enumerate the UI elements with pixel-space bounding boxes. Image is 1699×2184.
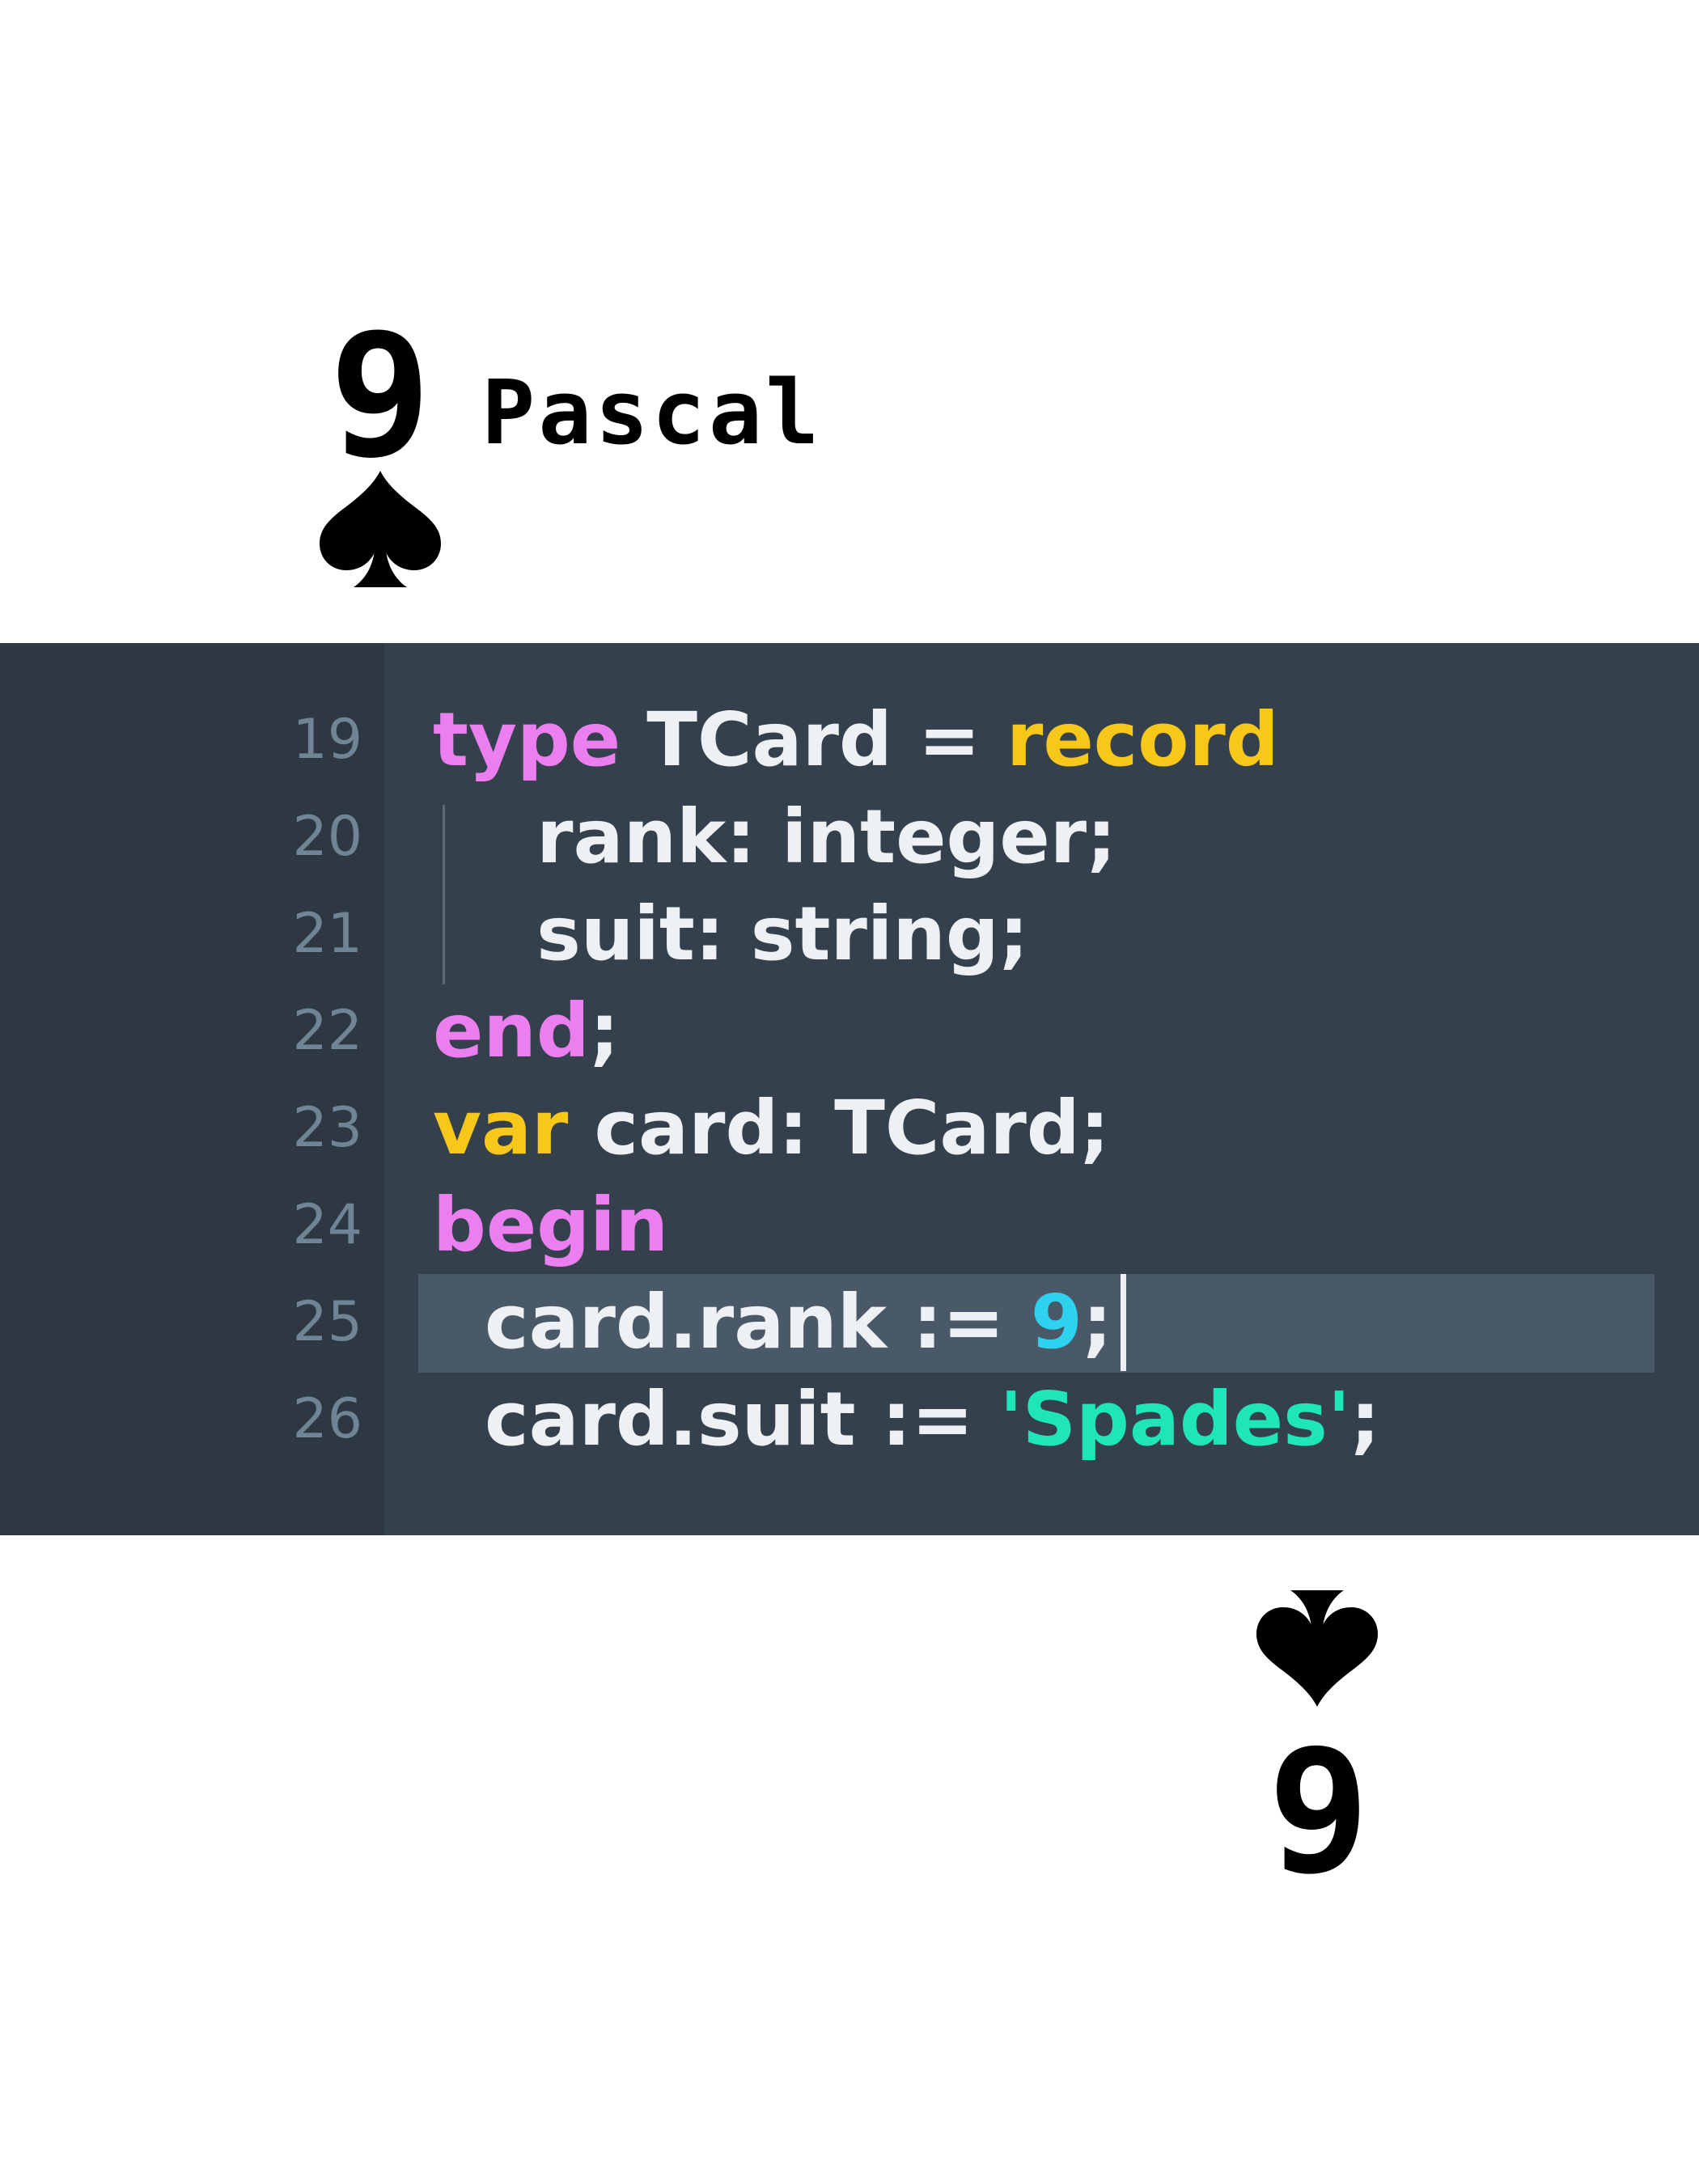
code-text: rank: integer;	[433, 794, 1116, 880]
code-text: card.suit :=	[433, 1376, 1000, 1462]
code-line-21[interactable]: suit: string;	[433, 886, 1029, 983]
code-line-20[interactable]: rank: integer;	[433, 789, 1116, 886]
line-number: 25	[292, 1290, 362, 1354]
code-line-24[interactable]: begin	[433, 1177, 668, 1274]
code-line-22[interactable]: end;	[433, 983, 620, 1080]
top-rank: 9	[328, 297, 432, 495]
line-number: 24	[292, 1193, 362, 1257]
keyword-var: var	[433, 1085, 569, 1171]
keyword-type: type	[433, 696, 621, 783]
line-number: 21	[292, 902, 362, 966]
line-number-gutter: 19 20 21 22 23 24 25 26	[0, 643, 384, 1535]
number-literal: 9	[1030, 1279, 1083, 1365]
line-number: 23	[292, 1096, 362, 1160]
code-text: ;	[1350, 1376, 1380, 1462]
keyword-begin: begin	[433, 1182, 669, 1268]
code-text: card.rank :=	[433, 1279, 1031, 1365]
code-text: ;	[1082, 1279, 1112, 1365]
bottom-rank: 6	[1267, 1708, 1371, 1906]
code-text: ;	[589, 988, 620, 1074]
code-editor: 19 20 21 22 23 24 25 26 type TCard = rec…	[0, 643, 1699, 1535]
line-number: 22	[292, 999, 362, 1063]
spade-icon	[320, 471, 441, 587]
code-text: suit: string;	[433, 891, 1029, 977]
text-cursor	[1120, 1274, 1126, 1371]
line-number: 20	[292, 805, 362, 869]
language-title: Pascal	[481, 361, 823, 464]
spade-icon	[1256, 1590, 1378, 1707]
keyword-end: end	[433, 988, 590, 1074]
keyword-record: record	[1006, 696, 1279, 783]
string-literal: 'Spades'	[999, 1376, 1351, 1462]
line-number: 26	[292, 1387, 362, 1451]
code-line-25[interactable]: card.rank := 9;	[433, 1274, 1126, 1371]
code-text: TCard =	[621, 696, 1006, 783]
code-line-26[interactable]: card.suit := 'Spades';	[433, 1371, 1380, 1468]
line-number: 19	[292, 708, 362, 772]
code-text: card: TCard;	[568, 1085, 1110, 1171]
code-line-23[interactable]: var card: TCard;	[433, 1080, 1110, 1177]
code-line-19[interactable]: type TCard = record	[433, 692, 1279, 789]
